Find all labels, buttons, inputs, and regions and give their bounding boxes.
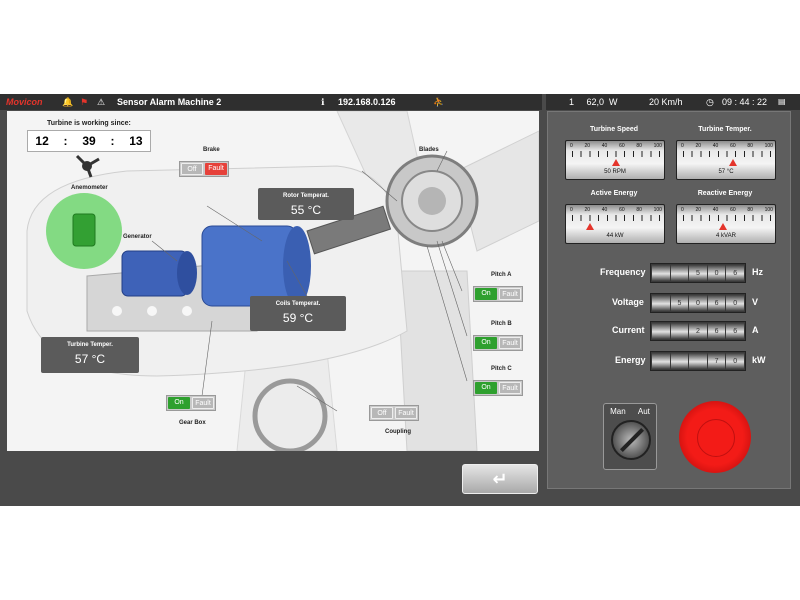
us-flag-icon[interactable]: ▤ [778, 96, 786, 108]
man-aut-selector[interactable]: Man Aut [603, 403, 657, 470]
reactive-energy-gauge: 0 20 40 60 80 100 4 kVAR [676, 204, 776, 244]
bell-icon[interactable]: 🔔 [62, 96, 73, 108]
rotor-temp-box: Rotor Temperat. 55 °C [258, 188, 354, 220]
clock-time: 09 : 44 : 22 [722, 97, 768, 107]
blades-label: Blades [419, 147, 439, 153]
voltage-label: Voltage [612, 297, 644, 307]
gauge-scale: 0 20 40 60 80 100 [570, 143, 662, 149]
frequency-counter: 506 [650, 263, 746, 283]
gauge-scale: 0 20 40 60 80 100 [570, 207, 662, 213]
info-icon[interactable]: ℹ [321, 96, 324, 108]
pitch-c-label: Pitch C [491, 366, 512, 372]
gearbox-label: Gear Box [179, 420, 206, 426]
coils-temp-value: 59 °C [282, 311, 314, 325]
gauge-needle [718, 223, 727, 230]
pitch-b-fault-button[interactable]: Fault [499, 337, 521, 349]
gauge-scale: 0 20 40 60 80 100 [681, 207, 773, 213]
seconds: 13 [129, 134, 143, 148]
working-since-timer: 12 : 39 : 13 [27, 130, 151, 152]
hours: 12 [35, 134, 49, 148]
rotor-temp-value: 55 °C [290, 203, 322, 217]
voltage-counter: 5060 [650, 293, 746, 313]
frequency-label: Frequency [600, 267, 646, 277]
pitch-b-label: Pitch B [491, 321, 512, 327]
anemometer-label: Anemometer [71, 185, 108, 191]
turbine-diagram: Turbine is working since: 12 : 39 : 13 A… [7, 111, 539, 451]
pitch-c-toggle[interactable]: On Fault [473, 380, 523, 396]
turbine-temper-gauge: 0 20 40 60 80 100 57 °C [676, 140, 776, 180]
pitch-b-on-button[interactable]: On [475, 337, 497, 349]
gauge-needle [612, 159, 620, 166]
person-icon[interactable]: ⛹ [433, 96, 444, 108]
rotor-temp-label: Rotor Temperat. [283, 193, 329, 199]
active-energy-value: 44 kW [606, 233, 624, 239]
working-since-label: Turbine is working since: [47, 120, 131, 127]
minutes: 39 [82, 134, 96, 148]
separator: : [110, 134, 115, 148]
coupling-label: Coupling [385, 429, 411, 435]
coupling-fault-button[interactable]: Fault [395, 407, 417, 419]
aut-label: Aut [637, 407, 650, 416]
warning-icon[interactable]: ⚠ [97, 96, 105, 108]
turbine-illustration [26, 111, 539, 451]
brand-logo: Movicon [6, 97, 43, 107]
active-energy-label: Active Energy [590, 190, 638, 197]
gauge-needle [729, 159, 738, 166]
gearbox-fault-button[interactable]: Fault [192, 397, 214, 409]
top-bar: Movicon 🔔 ⚑ ⚠ Sensor Alarm Machine 2 ℹ 1… [0, 94, 800, 110]
gearbox-toggle[interactable]: On Fault [166, 395, 216, 411]
frequency-unit: Hz [752, 267, 763, 277]
brake-off-button[interactable]: Off [181, 163, 203, 175]
wind-speed-readout: 20 Km/h [649, 97, 683, 107]
pitch-a-fault-button[interactable]: Fault [499, 288, 521, 300]
topbar-divider [542, 94, 546, 110]
coils-temp-box: Coils Temperat. 59 °C [250, 296, 346, 331]
pitch-b-toggle[interactable]: On Fault [473, 335, 523, 351]
separator: : [63, 134, 68, 148]
energy-unit: kW [752, 355, 766, 365]
active-energy-gauge: 0 20 40 60 80 100 44 kW [565, 204, 665, 244]
turbine-temper-value: 57 °C [718, 169, 734, 175]
coils-temp-label: Coils Temperat. [275, 301, 321, 307]
pitch-a-on-button[interactable]: On [475, 288, 497, 300]
coupling-toggle[interactable]: Off Fault [369, 405, 419, 421]
turbine-temp-label: Turbine Temper. [67, 342, 113, 348]
generator-label: Generator [123, 234, 152, 240]
clock-icon: ◷ [706, 97, 714, 107]
current-unit: A [752, 325, 759, 335]
turbine-speed-gauge: 0 20 40 60 80 100 50 RPM [565, 140, 665, 180]
gauge-needle [585, 223, 594, 230]
man-label: Man [610, 407, 626, 416]
pitch-c-fault-button[interactable]: Fault [499, 382, 521, 394]
current-label: Current [612, 325, 645, 335]
return-button[interactable]: ↵ [462, 464, 538, 494]
turbine-speed-label: Turbine Speed [589, 126, 639, 133]
gauge-scale: 0 20 40 60 80 100 [681, 143, 773, 149]
reactive-energy-label: Reactive Energy [697, 190, 753, 197]
voltage-unit: V [752, 297, 759, 307]
power-readout: 1 62,0 W [569, 97, 618, 107]
emergency-stop-button[interactable] [679, 401, 751, 473]
turbine-temper-label: Turbine Temper. [698, 126, 752, 133]
current-counter: 266 [650, 321, 746, 341]
status-panel: Turbine Speed 0 20 40 60 80 100 50 RPM Turbin… [547, 111, 791, 489]
brake-fault-button[interactable]: Fault [205, 163, 227, 175]
turbine-temp-box: Turbine Temper. 57 °C [41, 337, 139, 373]
turbine-speed-value: 50 RPM [604, 169, 626, 175]
pitch-c-on-button[interactable]: On [475, 382, 497, 394]
machine-title: Sensor Alarm Machine 2 [117, 97, 222, 107]
ip-address: 192.168.0.126 [338, 97, 396, 107]
coupling-off-button[interactable]: Off [371, 407, 393, 419]
brake-label: Brake [203, 147, 220, 153]
brake-toggle[interactable]: Off Fault [179, 161, 229, 177]
energy-label: Energy [615, 355, 646, 365]
red-flag-icon[interactable]: ⚑ [80, 96, 88, 108]
energy-counter: 70 [650, 351, 746, 371]
pitch-a-toggle[interactable]: On Fault [473, 286, 523, 302]
gearbox-on-button[interactable]: On [168, 397, 190, 409]
selector-knob[interactable] [611, 420, 651, 460]
pitch-a-label: Pitch A [491, 272, 512, 278]
turbine-temp-value: 57 °C [74, 352, 106, 366]
reactive-energy-value: 4 kVAR [716, 233, 736, 239]
